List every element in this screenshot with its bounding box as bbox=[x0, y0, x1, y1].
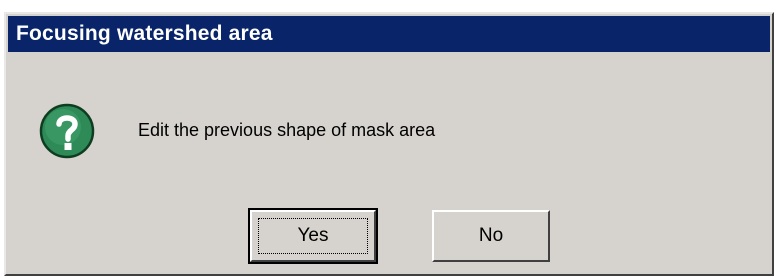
message-dialog: Focusing watershed area Edit the previou… bbox=[4, 12, 774, 276]
yes-button[interactable]: Yes bbox=[248, 208, 378, 264]
dialog-title: Focusing watershed area bbox=[16, 22, 273, 45]
yes-button-label: Yes bbox=[258, 218, 368, 254]
question-icon bbox=[38, 102, 96, 160]
no-button-label: No bbox=[478, 225, 504, 246]
no-button[interactable]: No bbox=[432, 210, 550, 262]
background-strip bbox=[0, 0, 776, 12]
dialog-message: Edit the previous shape of mask area bbox=[138, 120, 436, 140]
title-bar[interactable]: Focusing watershed area bbox=[8, 16, 770, 52]
